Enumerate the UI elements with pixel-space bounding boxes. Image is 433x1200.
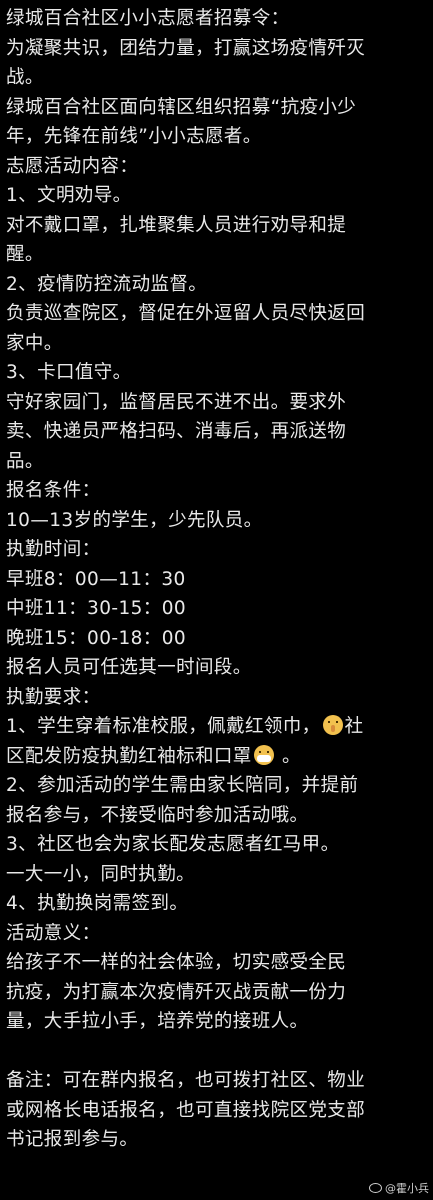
text-line: 3、社区也会为家长配发志愿者红马甲。 [6,834,340,855]
text-line: 2、疫情防控流动监督。 [6,273,208,295]
text-segment: 区配发防疫执勤红袖标和口罩 [6,745,252,767]
mask-face-icon [253,744,274,765]
text-segment: 。 [275,745,301,767]
text-line: 抗疫，为打赢本次疫情歼灭战贡献一份力 [6,981,347,1003]
text-segment: 社 [344,716,364,737]
text-line: 晚班15：00-18：00 [6,627,187,649]
note-line: 备注：可在群内报名，也可拨打社区、物业 [6,1070,366,1091]
watermark-text: @霍小兵 [385,1182,429,1195]
text-line: 品。 [6,450,44,472]
text-line: 4、执勤换岗需签到。 [6,893,189,914]
shushing-face-icon [322,715,343,735]
text-line: 3、卡口值守。 [6,362,132,383]
text-line: 报名参与，不接受临时参加活动哦。 [6,804,309,826]
section-heading: 报名条件： [6,480,101,501]
notice-document: 绿城百合社区小小志愿者招募令： 为凝聚共识，团结力量，打赢这场疫情歼灭 战。 绿… [0,0,433,1155]
weibo-icon [369,1183,382,1193]
text-line: 战。 [6,67,44,88]
section-heading: 执勤要求： [6,686,101,708]
title-line: 绿城百合社区小小志愿者招募令： [6,8,290,29]
text-line: 绿城百合社区面向辖区组织招募“抗疫小少 [6,96,357,118]
text-line-with-emoji: 1、学生穿着标准校服，佩戴红领巾， 社 [6,712,427,742]
text-line: 家中。 [6,332,63,354]
text-line: 卖、快递员严格扫码、消毒后，再派送物 [6,421,347,442]
text-line: 早班8：00—11：30 [6,568,186,590]
text-line: 1、文明劝导。 [6,185,132,206]
text-line: 2、参加活动的学生需由家长陪同，并提前 [6,775,359,796]
text-line: 给孩子不一样的社会体验，切实感受全民 [6,952,347,973]
text-line: 醒。 [6,244,44,265]
text-line: 一大一小，同时执勤。 [6,863,196,885]
text-line: 为凝聚共识，团结力量，打赢这场疫情歼灭 [6,37,366,59]
text-line: 量，大手拉小手，培养党的接班人。 [6,1011,309,1032]
note-line: 书记报到参与。 [6,1129,139,1150]
note-line: 或网格长电话报名，也可直接找院区党支部 [6,1099,366,1121]
section-heading: 执勤时间： [6,539,101,560]
text-line: 10—13岁的学生，少先队员。 [6,509,263,531]
text-line: 中班11：30-15：00 [6,598,187,619]
section-heading: 志愿活动内容： [6,155,139,177]
text-line: 对不戴口罩，扎堆聚集人员进行劝导和提 [6,214,347,236]
text-line: 负责巡查院区，督促在外逗留人员尽快返回 [6,303,366,324]
text-line: 年，先锋在前线”小小志愿者。 [6,126,262,147]
section-heading: 活动意义： [6,922,101,944]
watermark: @霍小兵 [369,1180,429,1196]
text-segment: 1、学生穿着标准校服，佩戴红领巾， [6,716,321,737]
text-line-with-emoji: 区配发防疫执勤红袖标和口罩 。 [6,742,427,772]
text-line: 报名人员可任选其一时间段。 [6,657,252,678]
text-line: 守好家园门，监督居民不进不出。要求外 [6,391,347,413]
